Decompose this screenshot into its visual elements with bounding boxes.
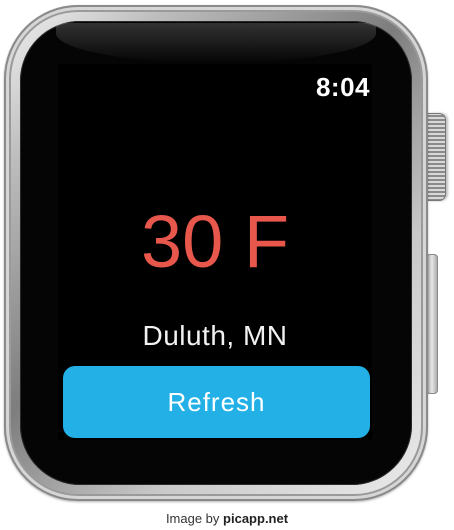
clock-time: 8:04	[315, 72, 370, 102]
glass-reflection	[56, 23, 376, 63]
temperature-reading: 30 F	[140, 200, 290, 283]
location-label: Duluth, MN	[142, 320, 288, 351]
image-credit: Image by picapp.net	[0, 511, 454, 526]
credit-site: picapp.net	[223, 511, 289, 526]
credit-prefix: Image by	[165, 511, 220, 526]
watch-screen: 8:04 30 F Duluth, MN Refresh	[58, 64, 372, 440]
refresh-button[interactable]: Refresh	[63, 366, 370, 438]
watch-illustration: 8:04 30 F Duluth, MN Refresh Image by pi…	[0, 0, 454, 530]
